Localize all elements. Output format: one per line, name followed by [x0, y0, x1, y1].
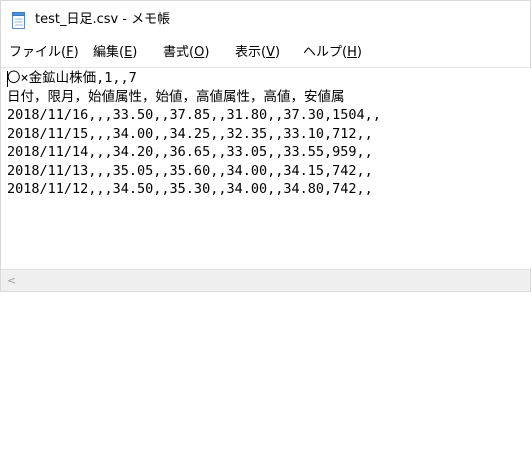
notepad-window: test_日足.csv - メモ帳 ファイル(F) 編集(E) 書式(O) 表示…	[0, 0, 532, 292]
menu-edit[interactable]: 編集(E)	[93, 45, 137, 61]
menu-edit-close: )	[132, 45, 138, 60]
menu-format-mnemonic: O	[194, 45, 205, 60]
menu-format[interactable]: 書式(O)	[163, 45, 209, 61]
menu-file-close: )	[73, 45, 79, 60]
scrollbar-track[interactable]	[23, 270, 523, 291]
text-line: 2018/11/12,,,34.50,,35.30,,34.00,,34.80,…	[7, 181, 373, 197]
text-line: 2018/11/14,,,34.20,,36.65,,33.05,,33.55,…	[7, 144, 373, 160]
scroll-left-arrow-icon[interactable]: <	[7, 274, 16, 287]
menu-file-label: ファイル(	[9, 45, 67, 60]
menu-file[interactable]: ファイル(F)	[9, 45, 79, 61]
menu-view-label: 表示(	[235, 45, 267, 60]
menu-help-mnemonic: H	[347, 45, 357, 60]
text-line: 2018/11/15,,,34.00,,34.25,,32.35,,33.10,…	[7, 125, 373, 142]
horizontal-scrollbar[interactable]: <	[1, 269, 530, 291]
menu-help-label: ヘルプ(	[303, 45, 348, 60]
menu-help-close: )	[356, 45, 362, 60]
text-line: 日付，限月，始値属性，始値，高値属性，高値，安値属	[7, 88, 345, 105]
menu-format-close: )	[204, 45, 210, 60]
notepad-icon	[12, 12, 26, 29]
menu-help[interactable]: ヘルプ(H)	[303, 45, 362, 61]
menu-edit-label: 編集(	[93, 45, 125, 60]
text-editor-area[interactable]: 〇×金鉱山株価,1,,7 日付，限月，始値属性，始値，高値属性，高値，安値属 2…	[1, 67, 532, 268]
menu-view[interactable]: 表示(V)	[235, 45, 280, 61]
text-caret	[7, 71, 8, 87]
menu-view-close: )	[274, 45, 281, 60]
text-line: 〇×金鉱山株価,1,,7	[7, 70, 137, 86]
menu-bar: ファイル(F) 編集(E) 書式(O) 表示(V) ヘルプ(H)	[1, 41, 530, 65]
menu-view-mnemonic: V	[266, 45, 275, 60]
text-line: 2018/11/13,,,35.05,,35.60,,34.00,,34.15,…	[7, 162, 373, 179]
window-title: test_日足.csv - メモ帳	[35, 12, 171, 27]
title-bar[interactable]: test_日足.csv - メモ帳	[1, 1, 530, 39]
menu-format-label: 書式(	[163, 45, 195, 60]
menu-file-mnemonic: F	[66, 45, 74, 60]
text-line: 2018/11/16,,,33.50,,37.85,,31.80,,37.30,…	[7, 107, 381, 123]
document-text[interactable]: 〇×金鉱山株価,1,,7 日付，限月，始値属性，始値，高値属性，高値，安値属 2…	[7, 69, 381, 199]
